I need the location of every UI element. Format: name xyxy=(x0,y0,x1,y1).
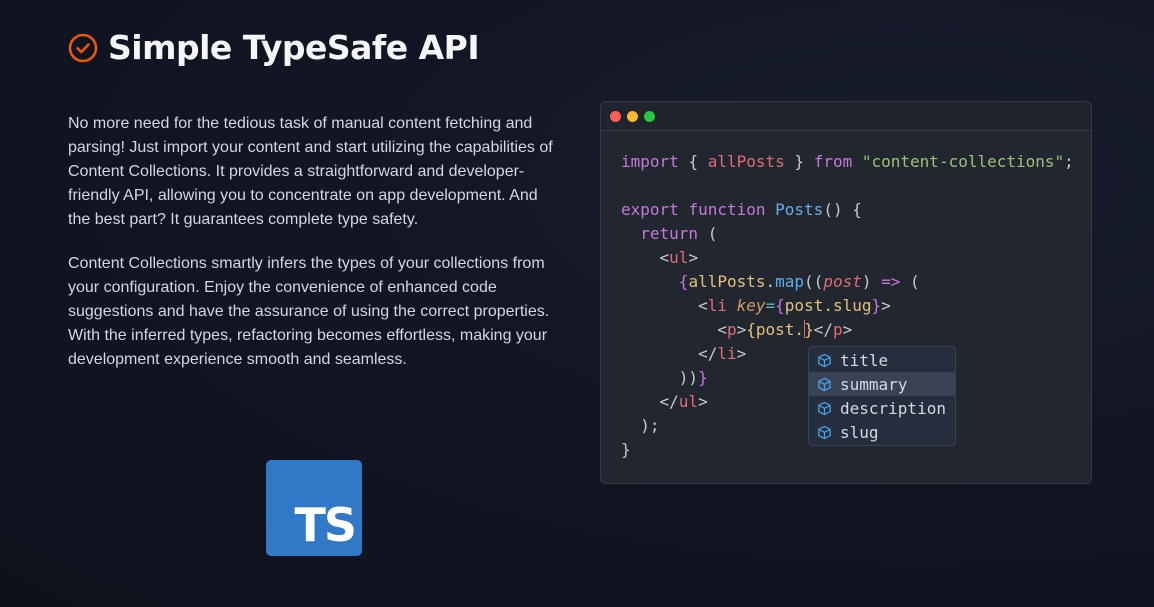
code-line: } xyxy=(621,440,631,459)
typescript-logo-text: TS xyxy=(294,498,356,552)
code-token: p xyxy=(832,320,843,339)
code-token: return xyxy=(640,224,699,243)
autocomplete-item-description[interactable]: description xyxy=(809,396,955,420)
code-token: "content-collections" xyxy=(861,152,1065,171)
code-token: Posts xyxy=(775,200,824,219)
autocomplete-item-slug[interactable]: slug xyxy=(809,420,955,444)
code-token: map xyxy=(775,272,805,291)
code-token: allPosts xyxy=(707,152,785,171)
code-token: import xyxy=(621,152,679,171)
code-token: ul xyxy=(669,248,689,267)
autocomplete-item-label: title xyxy=(840,350,889,370)
code-line: ); xyxy=(640,416,660,435)
description-paragraph-2: Content Collections smartly infers the t… xyxy=(68,255,550,368)
code-token: post xyxy=(823,272,862,291)
code-token: ul xyxy=(678,392,699,411)
code-token: post.slug xyxy=(784,296,872,315)
code-token: post. xyxy=(755,320,805,339)
code-line: ))} xyxy=(678,368,708,387)
code-line: </li> xyxy=(698,344,747,363)
code-token: li xyxy=(707,296,727,315)
code-line: <li key={post.slug}> xyxy=(698,296,891,315)
check-circle-icon xyxy=(68,33,98,62)
section-title: Simple TypeSafe API xyxy=(108,28,480,67)
code-token: from xyxy=(813,152,853,171)
code-line: <p>{post.}</p> xyxy=(717,320,853,339)
code-line: {allPosts.map((post) => ( xyxy=(678,272,920,291)
code-token: li xyxy=(717,344,737,363)
autocomplete-popup: title summary description slug xyxy=(808,346,956,446)
autocomplete-item-title[interactable]: title xyxy=(809,348,955,372)
code-editor-window: import { allPosts } from "content-collec… xyxy=(600,101,1092,484)
autocomplete-item-summary[interactable]: summary xyxy=(809,372,955,396)
window-maximize-button[interactable] xyxy=(644,110,655,122)
code-token: allPosts xyxy=(688,272,766,291)
code-token: export xyxy=(621,200,679,219)
code-line: export function Posts() { xyxy=(621,200,862,219)
typescript-logo: TS xyxy=(266,460,362,556)
code-token: p xyxy=(726,320,737,339)
cube-icon xyxy=(818,353,831,367)
autocomplete-item-label: slug xyxy=(840,422,879,442)
autocomplete-item-label: summary xyxy=(840,374,908,394)
code-line: import { allPosts } from "content-collec… xyxy=(621,152,1074,171)
window-close-button[interactable] xyxy=(610,110,621,122)
section-heading: Simple TypeSafe API xyxy=(68,28,480,67)
cube-icon xyxy=(818,377,831,391)
description-paragraph-1: No more need for the tedious task of man… xyxy=(68,115,553,228)
description-copy: No more need for the tedious task of man… xyxy=(68,112,560,392)
code-token: function xyxy=(688,200,766,219)
cube-icon xyxy=(818,401,831,415)
code-token: key xyxy=(736,296,766,315)
editor-titlebar xyxy=(601,102,1091,131)
window-minimize-button[interactable] xyxy=(627,110,638,122)
code-line: <ul> xyxy=(659,248,699,267)
autocomplete-item-label: description xyxy=(840,398,946,418)
code-line: return ( xyxy=(640,224,718,243)
cube-icon xyxy=(818,425,831,439)
code-line: </ul> xyxy=(659,392,708,411)
